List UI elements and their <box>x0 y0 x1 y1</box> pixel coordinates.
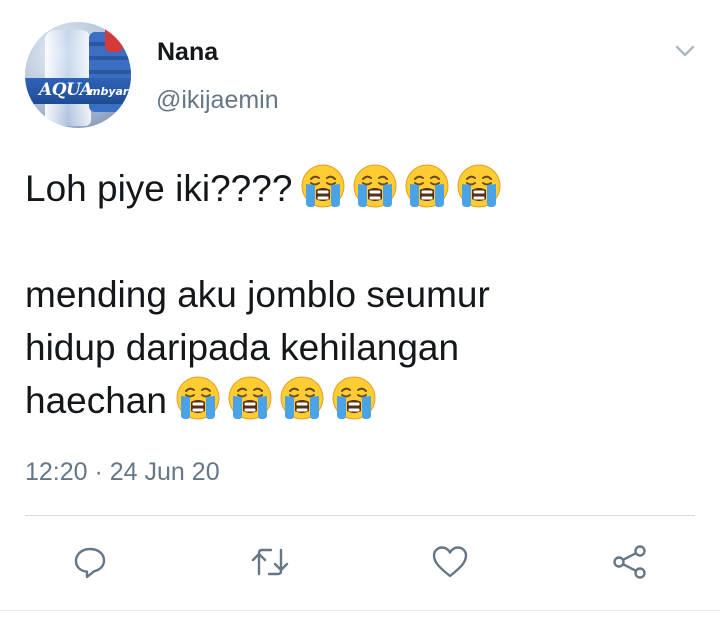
loudly-crying-face-icon <box>331 375 377 421</box>
avatar-logo-suffix: mbyar <box>89 85 129 98</box>
divider <box>0 610 720 611</box>
loudly-crying-face-icon <box>175 375 221 421</box>
avatar-logo-text: AQUA <box>39 80 93 100</box>
tweet-line: haechan <box>25 374 705 427</box>
tweet-line-text: Loh piye iki???? <box>25 168 293 209</box>
reply-button[interactable] <box>70 542 110 582</box>
heart-icon <box>431 544 469 580</box>
tweet-timestamp[interactable]: 12:20 · 24 Jun 20 <box>25 458 220 487</box>
retweet-button[interactable] <box>250 542 290 582</box>
retweet-icon <box>250 544 290 580</box>
tweet-line: Loh piye iki???? <box>25 162 705 215</box>
loudly-crying-face-icon <box>300 163 346 209</box>
like-button[interactable] <box>430 542 470 582</box>
author-name[interactable]: Nana <box>157 38 218 67</box>
loudly-crying-face-icon <box>404 163 450 209</box>
red-block-graphic <box>105 22 123 52</box>
chevron-down-icon[interactable] <box>672 40 698 62</box>
tweet-line: hidup daripada kehilangan <box>25 321 705 374</box>
tweet-line-text: hidup daripada kehilangan <box>25 327 460 368</box>
tweet-line-text: mending aku jomblo seumur <box>25 274 490 315</box>
loudly-crying-face-icon <box>456 163 502 209</box>
share-button[interactable] <box>610 542 650 582</box>
avatar[interactable]: AQUA mbyar <box>25 22 131 128</box>
tweet-line-text: haechan <box>25 380 167 421</box>
author-handle[interactable]: @ikijaemin <box>156 86 279 115</box>
reply-icon <box>72 544 108 580</box>
tweet-line: mending aku jomblo seumur <box>25 268 705 321</box>
share-icon <box>611 543 649 581</box>
loudly-crying-face-icon <box>227 375 273 421</box>
tweet-text: Loh piye iki???? mending aku jomblo seum… <box>25 162 705 427</box>
loudly-crying-face-icon <box>352 163 398 209</box>
tweet-card: AQUA mbyar Nana @ikijaemin Loh piye iki?… <box>0 0 720 622</box>
divider <box>25 515 695 516</box>
loudly-crying-face-icon <box>279 375 325 421</box>
